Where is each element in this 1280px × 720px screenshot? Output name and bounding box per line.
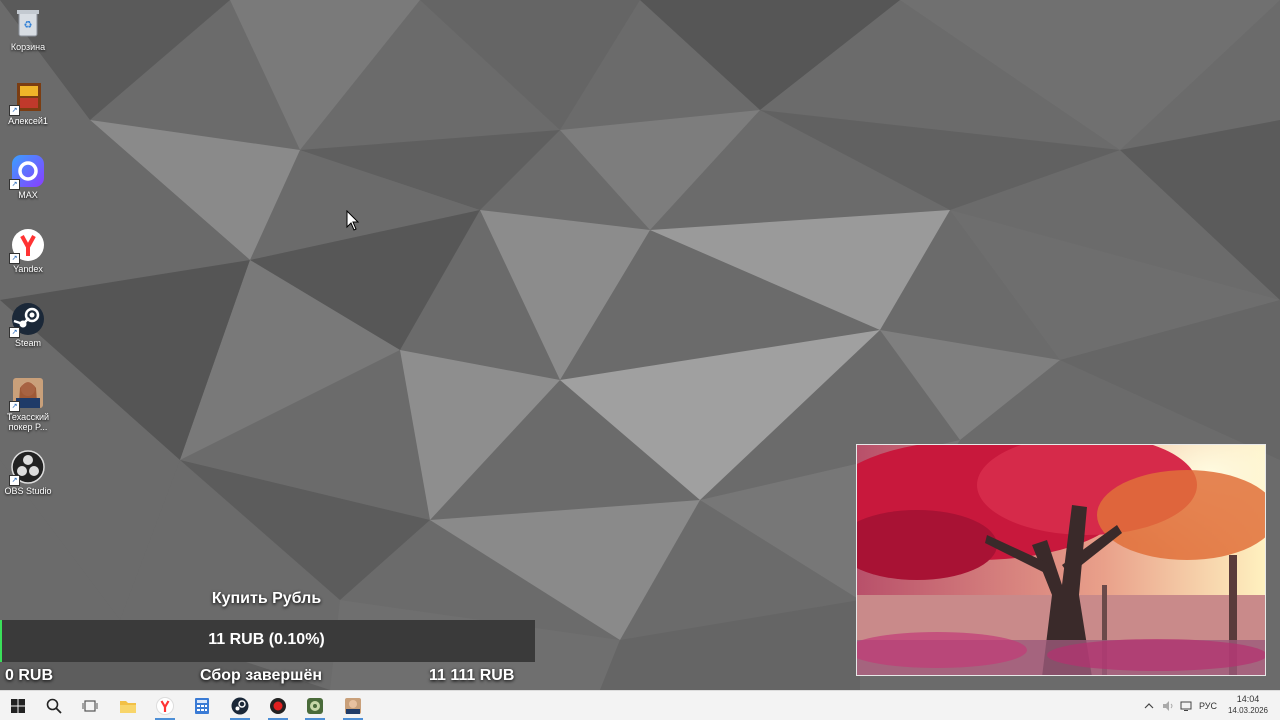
tray-language[interactable]: РУС	[1196, 691, 1220, 720]
desktop-icon-label: Алексей1	[8, 116, 48, 126]
mouse-cursor-icon	[346, 210, 360, 231]
search-icon	[46, 698, 62, 714]
windows-start-icon	[11, 698, 25, 713]
recycle-bin-icon: ♻	[11, 6, 45, 40]
desktop-icon-label: OBS Studio	[4, 486, 52, 496]
taskbar-yandex[interactable]	[147, 691, 183, 720]
taskbar: РУС 14:04 14.03.2026	[0, 690, 1280, 720]
tray-clock[interactable]: 14:04 14.03.2026	[1220, 693, 1276, 717]
taskbar-recorder[interactable]	[260, 691, 296, 720]
clock-date: 14.03.2026	[1227, 706, 1269, 715]
poker-icon	[345, 697, 361, 714]
yandex-icon	[156, 696, 174, 715]
record-icon	[270, 697, 286, 714]
desktop-icon-max[interactable]: ↗ MAX	[2, 150, 54, 200]
max-messenger-icon: ↗	[9, 154, 45, 190]
poker-game-icon: ↗	[9, 376, 45, 412]
desktop-icon-label: Техасский покер P...	[6, 412, 50, 432]
task-view-button[interactable]	[72, 691, 108, 720]
desktop-icon-label: Yandex	[13, 264, 43, 274]
search-button[interactable]	[36, 691, 72, 720]
shortcut-arrow-icon: ↗	[9, 179, 20, 190]
task-view-icon	[82, 699, 98, 712]
steam-icon: ↗	[9, 302, 45, 338]
donation-amount: 11 RUB (0.10%)	[208, 631, 325, 648]
game-shortcut-icon: ↗	[9, 80, 45, 116]
desktop-icon-alexey1[interactable]: ↗ Алексей1	[2, 76, 54, 126]
clock-time: 14:04	[1236, 694, 1260, 704]
taskbar-calculator[interactable]	[184, 691, 220, 720]
desktop-icon-poker[interactable]: ↗ Техасский покер P...	[2, 372, 54, 432]
shortcut-arrow-icon: ↗	[9, 105, 20, 116]
shortcut-arrow-icon: ↗	[9, 475, 20, 486]
desktop-icon-label: Steam	[14, 338, 41, 348]
donation-goal-title: Купить Рубль	[211, 590, 322, 607]
tray-volume[interactable]	[1160, 691, 1176, 720]
steam-icon	[231, 697, 249, 714]
shortcut-arrow-icon: ↗	[9, 327, 20, 338]
desktop-icon-steam[interactable]: ↗ Steam	[2, 298, 54, 348]
desktop-icon-label: MAX	[18, 190, 38, 200]
tray-network[interactable]	[1178, 691, 1194, 720]
yandex-browser-icon: ↗	[9, 228, 45, 264]
speaker-icon	[1163, 700, 1173, 711]
calculator-icon	[195, 697, 209, 714]
file-explorer-icon	[120, 700, 136, 713]
taskbar-file-explorer[interactable]	[110, 691, 146, 720]
taskbar-game[interactable]	[297, 691, 333, 720]
svg-text:♻: ♻	[24, 20, 33, 31]
donation-status: Сбор завершён	[200, 667, 323, 684]
obs-studio-icon: ↗	[9, 450, 45, 486]
donation-max-label: 11 111 RUB	[429, 667, 515, 684]
desktop-icon-yandex[interactable]: ↗ Yandex	[2, 224, 54, 274]
donation-min-label: 0 RUB	[5, 667, 54, 684]
chevron-up-icon	[1144, 702, 1154, 708]
taskbar-steam[interactable]	[222, 691, 258, 720]
shortcut-arrow-icon: ↗	[9, 253, 20, 264]
game-icon	[307, 697, 323, 714]
taskbar-poker[interactable]	[335, 691, 371, 720]
tray-overflow-button[interactable]	[1142, 691, 1156, 720]
desktop-icon-label: Корзина	[10, 42, 46, 52]
start-button[interactable]	[0, 691, 36, 720]
shortcut-arrow-icon: ↗	[9, 401, 20, 412]
network-icon	[1180, 701, 1192, 711]
autumn-tree-image	[856, 444, 1266, 676]
desktop-icon-obs[interactable]: ↗ OBS Studio	[2, 446, 54, 496]
desktop-icon-recycle-bin[interactable]: ♻ Корзина	[2, 2, 54, 52]
